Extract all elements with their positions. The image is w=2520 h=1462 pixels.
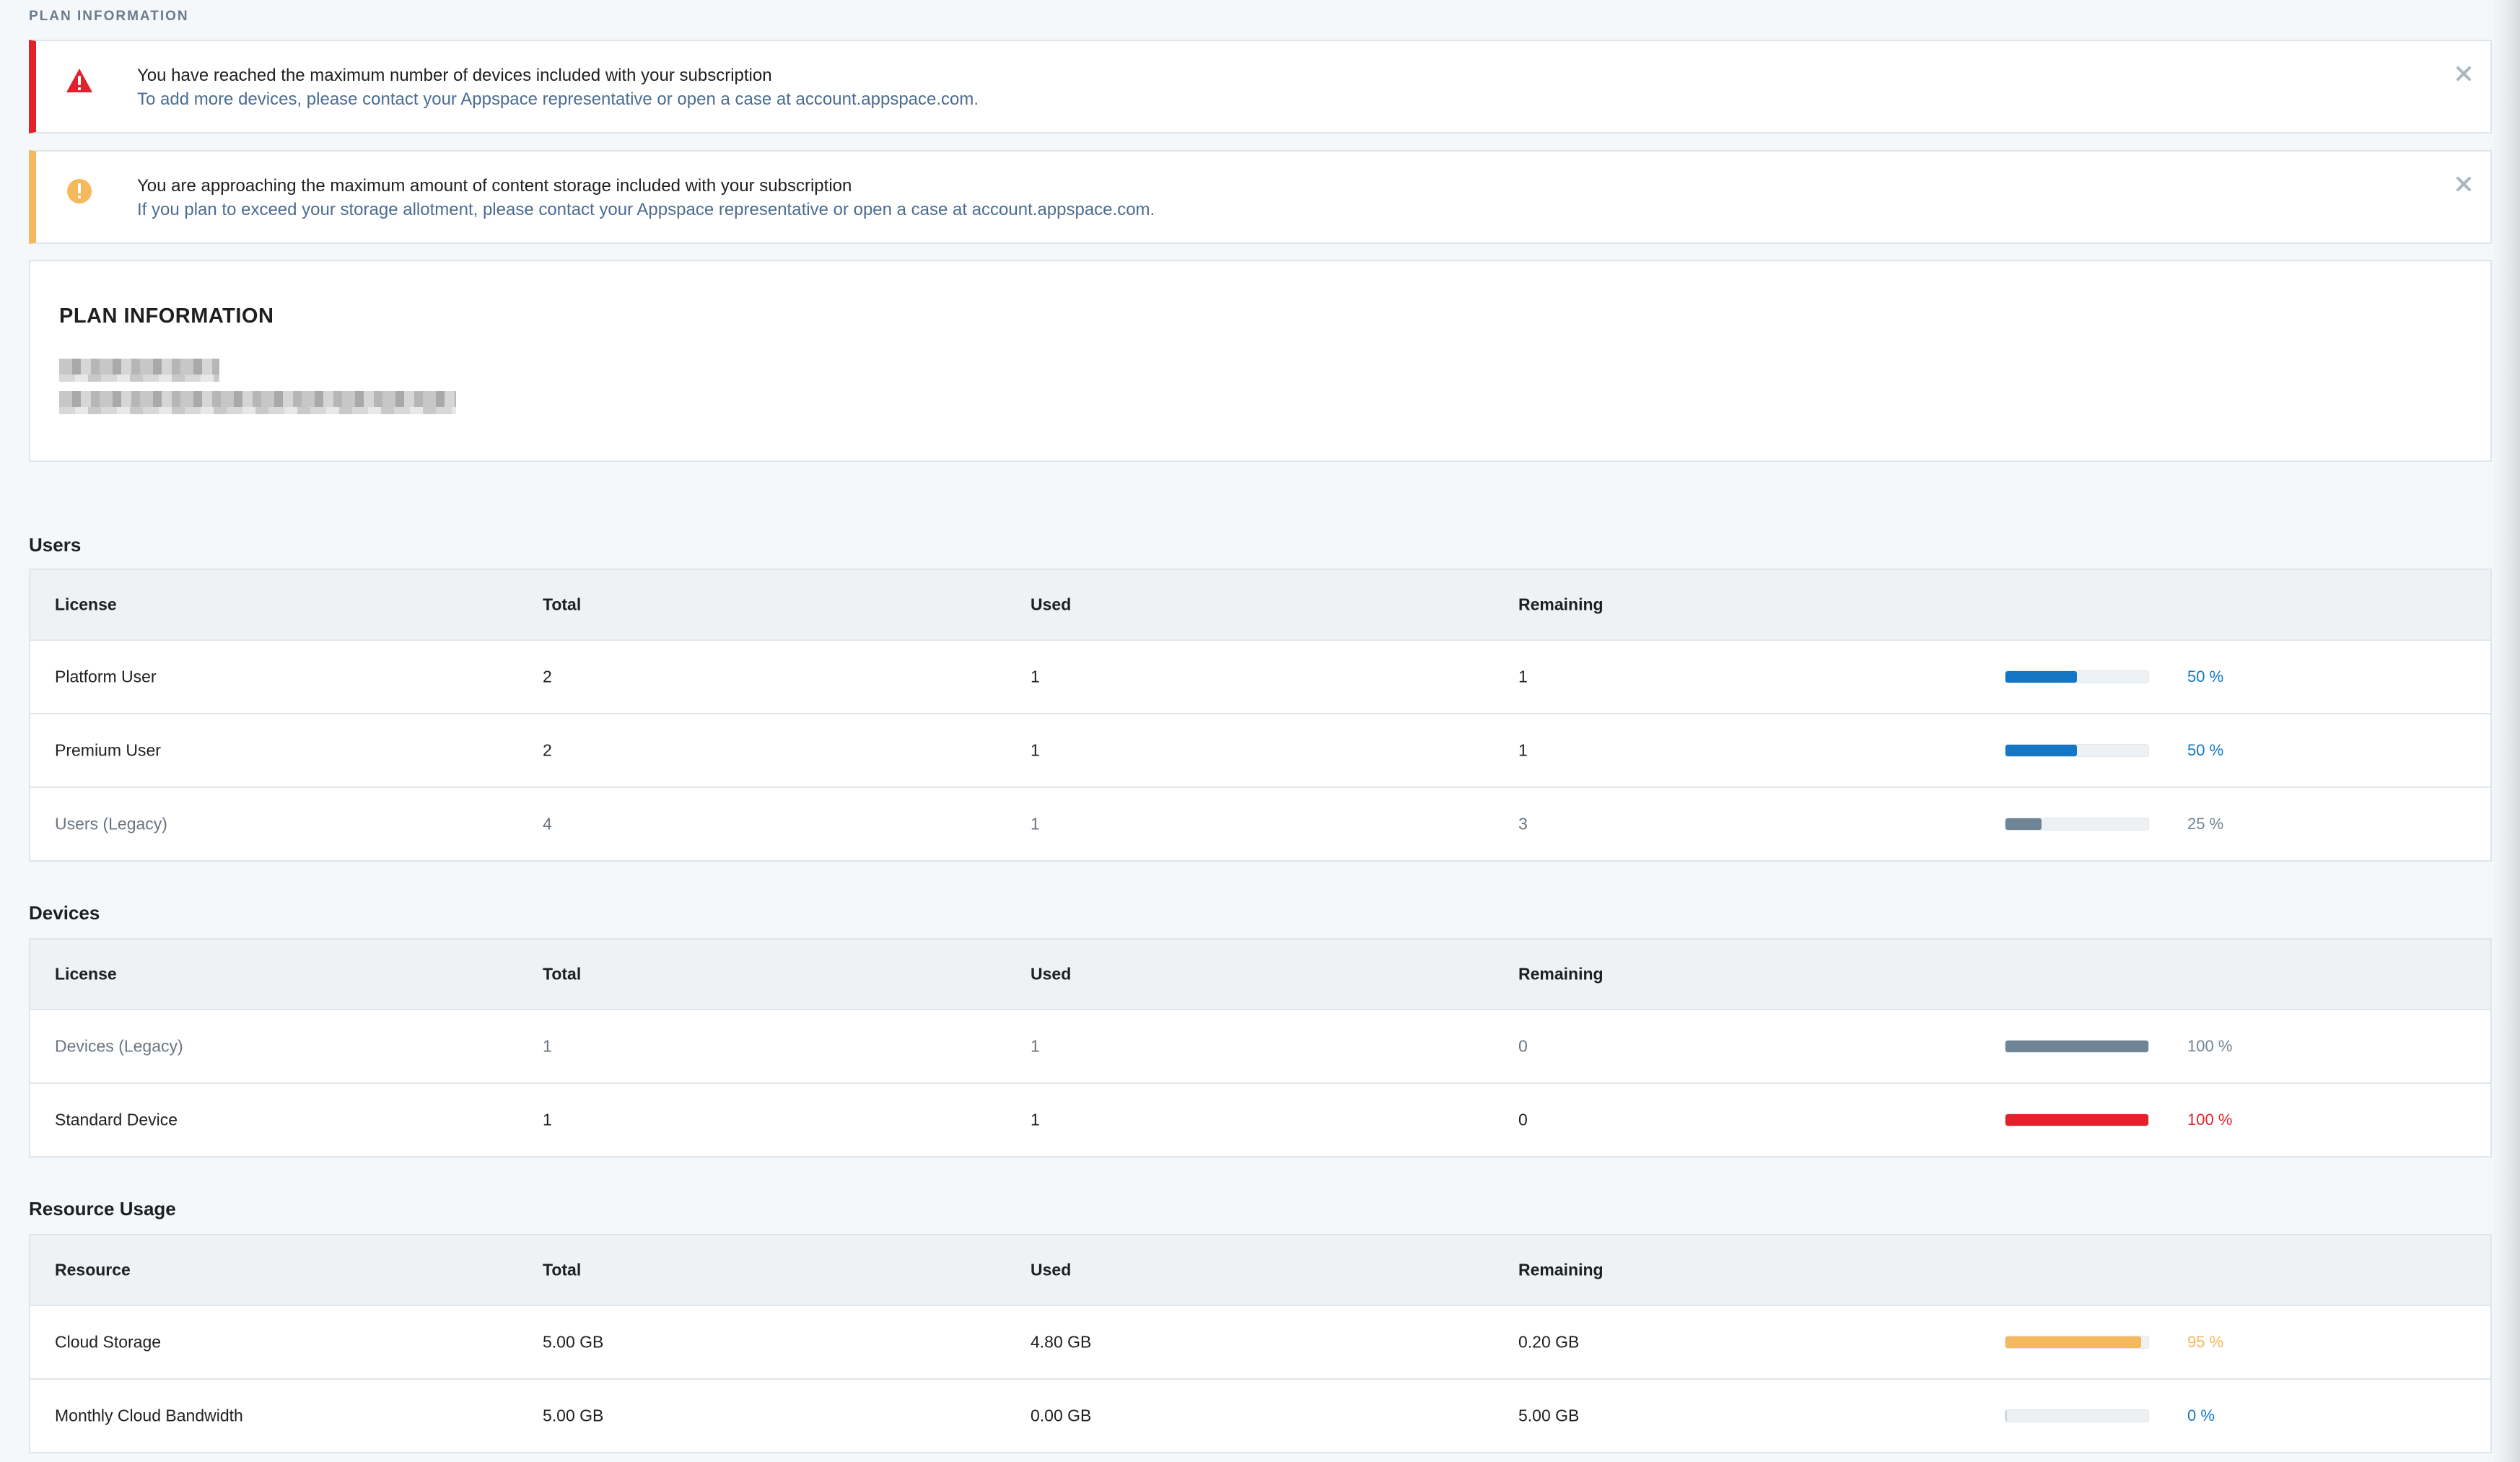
remaining-value: 0	[1518, 1036, 1528, 1056]
plan-information-page: PLAN INFORMATION You have reached the ma…	[0, 0, 2520, 1462]
resource-usage-section-title: Resource Usage	[29, 1198, 176, 1220]
used-value: 1	[1031, 1036, 1040, 1056]
usage-percent: 100 %	[2187, 1037, 2233, 1055]
column-header: Total	[543, 595, 582, 614]
redacted-detail	[59, 407, 456, 414]
column-header: Total	[543, 1260, 582, 1279]
usage-percent: 50 %	[2187, 667, 2224, 686]
license-name: Platform User	[55, 667, 157, 686]
total-value: 2	[543, 667, 552, 686]
section-label: PLAN INFORMATION	[29, 9, 189, 24]
table-row: Devices (Legacy) 1 1 0 100 %	[30, 1010, 2490, 1084]
usage-bar-fill	[2005, 1410, 2007, 1422]
used-value: 1	[1031, 740, 1040, 760]
remaining-value: 3	[1518, 814, 1528, 833]
total-value: 5.00 GB	[543, 1406, 604, 1425]
warning-triangle-icon	[65, 66, 94, 95]
resource-name: Monthly Cloud Bandwidth	[55, 1406, 243, 1425]
remaining-value: 5.00 GB	[1518, 1406, 1580, 1425]
column-header: Resource	[55, 1260, 131, 1279]
device-limit-alert: You have reached the maximum number of d…	[29, 40, 2492, 133]
column-header: Remaining	[1518, 1260, 1604, 1279]
column-header: License	[55, 595, 117, 614]
license-name: Devices (Legacy)	[55, 1036, 183, 1056]
table-row: Monthly Cloud Bandwidth 5.00 GB 0.00 GB …	[30, 1380, 2490, 1452]
usage-percent: 0 %	[2187, 1406, 2215, 1424]
usage-percent: 100 %	[2187, 1111, 2233, 1129]
total-value: 5.00 GB	[543, 1332, 604, 1352]
total-value: 4	[543, 814, 552, 833]
usage-bar	[2005, 670, 2149, 683]
resource-usage-table: Resource Total Used Remaining Cloud Stor…	[29, 1234, 2492, 1453]
usage-bar	[2005, 818, 2149, 831]
devices-table: License Total Used Remaining Devices (Le…	[29, 938, 2492, 1157]
resource-name: Cloud Storage	[55, 1332, 162, 1352]
total-value: 1	[543, 1110, 552, 1129]
redacted-plan-details	[59, 391, 456, 407]
table-row: Cloud Storage 5.00 GB 4.80 GB 0.20 GB 95…	[30, 1306, 2490, 1380]
usage-bar	[2005, 1409, 2149, 1422]
used-value: 1	[1031, 1110, 1040, 1129]
usage-bar	[2005, 1336, 2149, 1349]
users-section-title: Users	[29, 534, 82, 556]
usage-percent: 50 %	[2187, 741, 2224, 759]
license-name: Premium User	[55, 740, 161, 760]
table-header: Resource Total Used Remaining	[30, 1235, 2490, 1306]
usage-percent: 95 %	[2187, 1333, 2224, 1351]
plan-information-card: PLAN INFORMATION	[29, 260, 2492, 462]
table-header: License Total Used Remaining	[30, 940, 2490, 1010]
usage-bar-fill	[2005, 671, 2077, 683]
usage-percent: 25 %	[2187, 815, 2224, 833]
license-name: Users (Legacy)	[55, 814, 167, 833]
license-name: Standard Device	[55, 1110, 178, 1129]
close-icon[interactable]	[2453, 63, 2475, 84]
usage-bar	[2005, 1040, 2149, 1053]
column-header: Used	[1031, 964, 1072, 984]
table-row: Platform User 2 1 1 50 %	[30, 641, 2490, 714]
exclamation-circle-icon	[65, 177, 94, 206]
remaining-value: 0	[1518, 1110, 1528, 1129]
column-header: Remaining	[1518, 964, 1604, 984]
plan-title: PLAN INFORMATION	[59, 305, 274, 328]
storage-limit-alert: You are approaching the maximum amount o…	[29, 150, 2492, 244]
table-header: License Total Used Remaining	[30, 570, 2490, 641]
remaining-value: 1	[1518, 740, 1528, 760]
total-value: 2	[543, 740, 552, 760]
alert-message: If you plan to exceed your storage allot…	[137, 200, 1155, 219]
column-header: Used	[1031, 595, 1072, 614]
usage-bar-fill	[2005, 1041, 2148, 1052]
usage-bar-fill	[2005, 818, 2042, 830]
table-row: Users (Legacy) 4 1 3 25 %	[30, 788, 2490, 860]
remaining-value: 1	[1518, 667, 1528, 686]
alert-message: To add more devices, please contact your…	[137, 89, 979, 109]
redacted-detail	[59, 375, 219, 382]
table-row: Premium User 2 1 1 50 %	[30, 714, 2490, 788]
close-icon[interactable]	[2453, 173, 2475, 195]
alert-title: You have reached the maximum number of d…	[137, 66, 772, 85]
table-row: Standard Device 1 1 0 100 %	[30, 1084, 2490, 1156]
column-header: Total	[543, 964, 582, 984]
usage-bar-fill	[2005, 1336, 2142, 1348]
used-value: 0.00 GB	[1031, 1406, 1092, 1425]
column-header: Remaining	[1518, 595, 1604, 614]
column-header: Used	[1031, 1260, 1072, 1279]
usage-bar	[2005, 744, 2149, 757]
used-value: 4.80 GB	[1031, 1332, 1092, 1352]
devices-section-title: Devices	[29, 902, 100, 924]
total-value: 1	[543, 1036, 552, 1056]
window-edge-shadow	[2491, 0, 2520, 1462]
usage-bar	[2005, 1113, 2149, 1126]
usage-bar-fill	[2005, 1114, 2148, 1126]
usage-bar-fill	[2005, 745, 2077, 756]
remaining-value: 0.20 GB	[1518, 1332, 1580, 1352]
column-header: License	[55, 964, 117, 984]
alert-title: You are approaching the maximum amount o…	[137, 176, 852, 196]
used-value: 1	[1031, 667, 1040, 686]
users-table: License Total Used Remaining Platform Us…	[29, 569, 2492, 862]
used-value: 1	[1031, 814, 1040, 833]
redacted-plan-name	[59, 359, 219, 375]
